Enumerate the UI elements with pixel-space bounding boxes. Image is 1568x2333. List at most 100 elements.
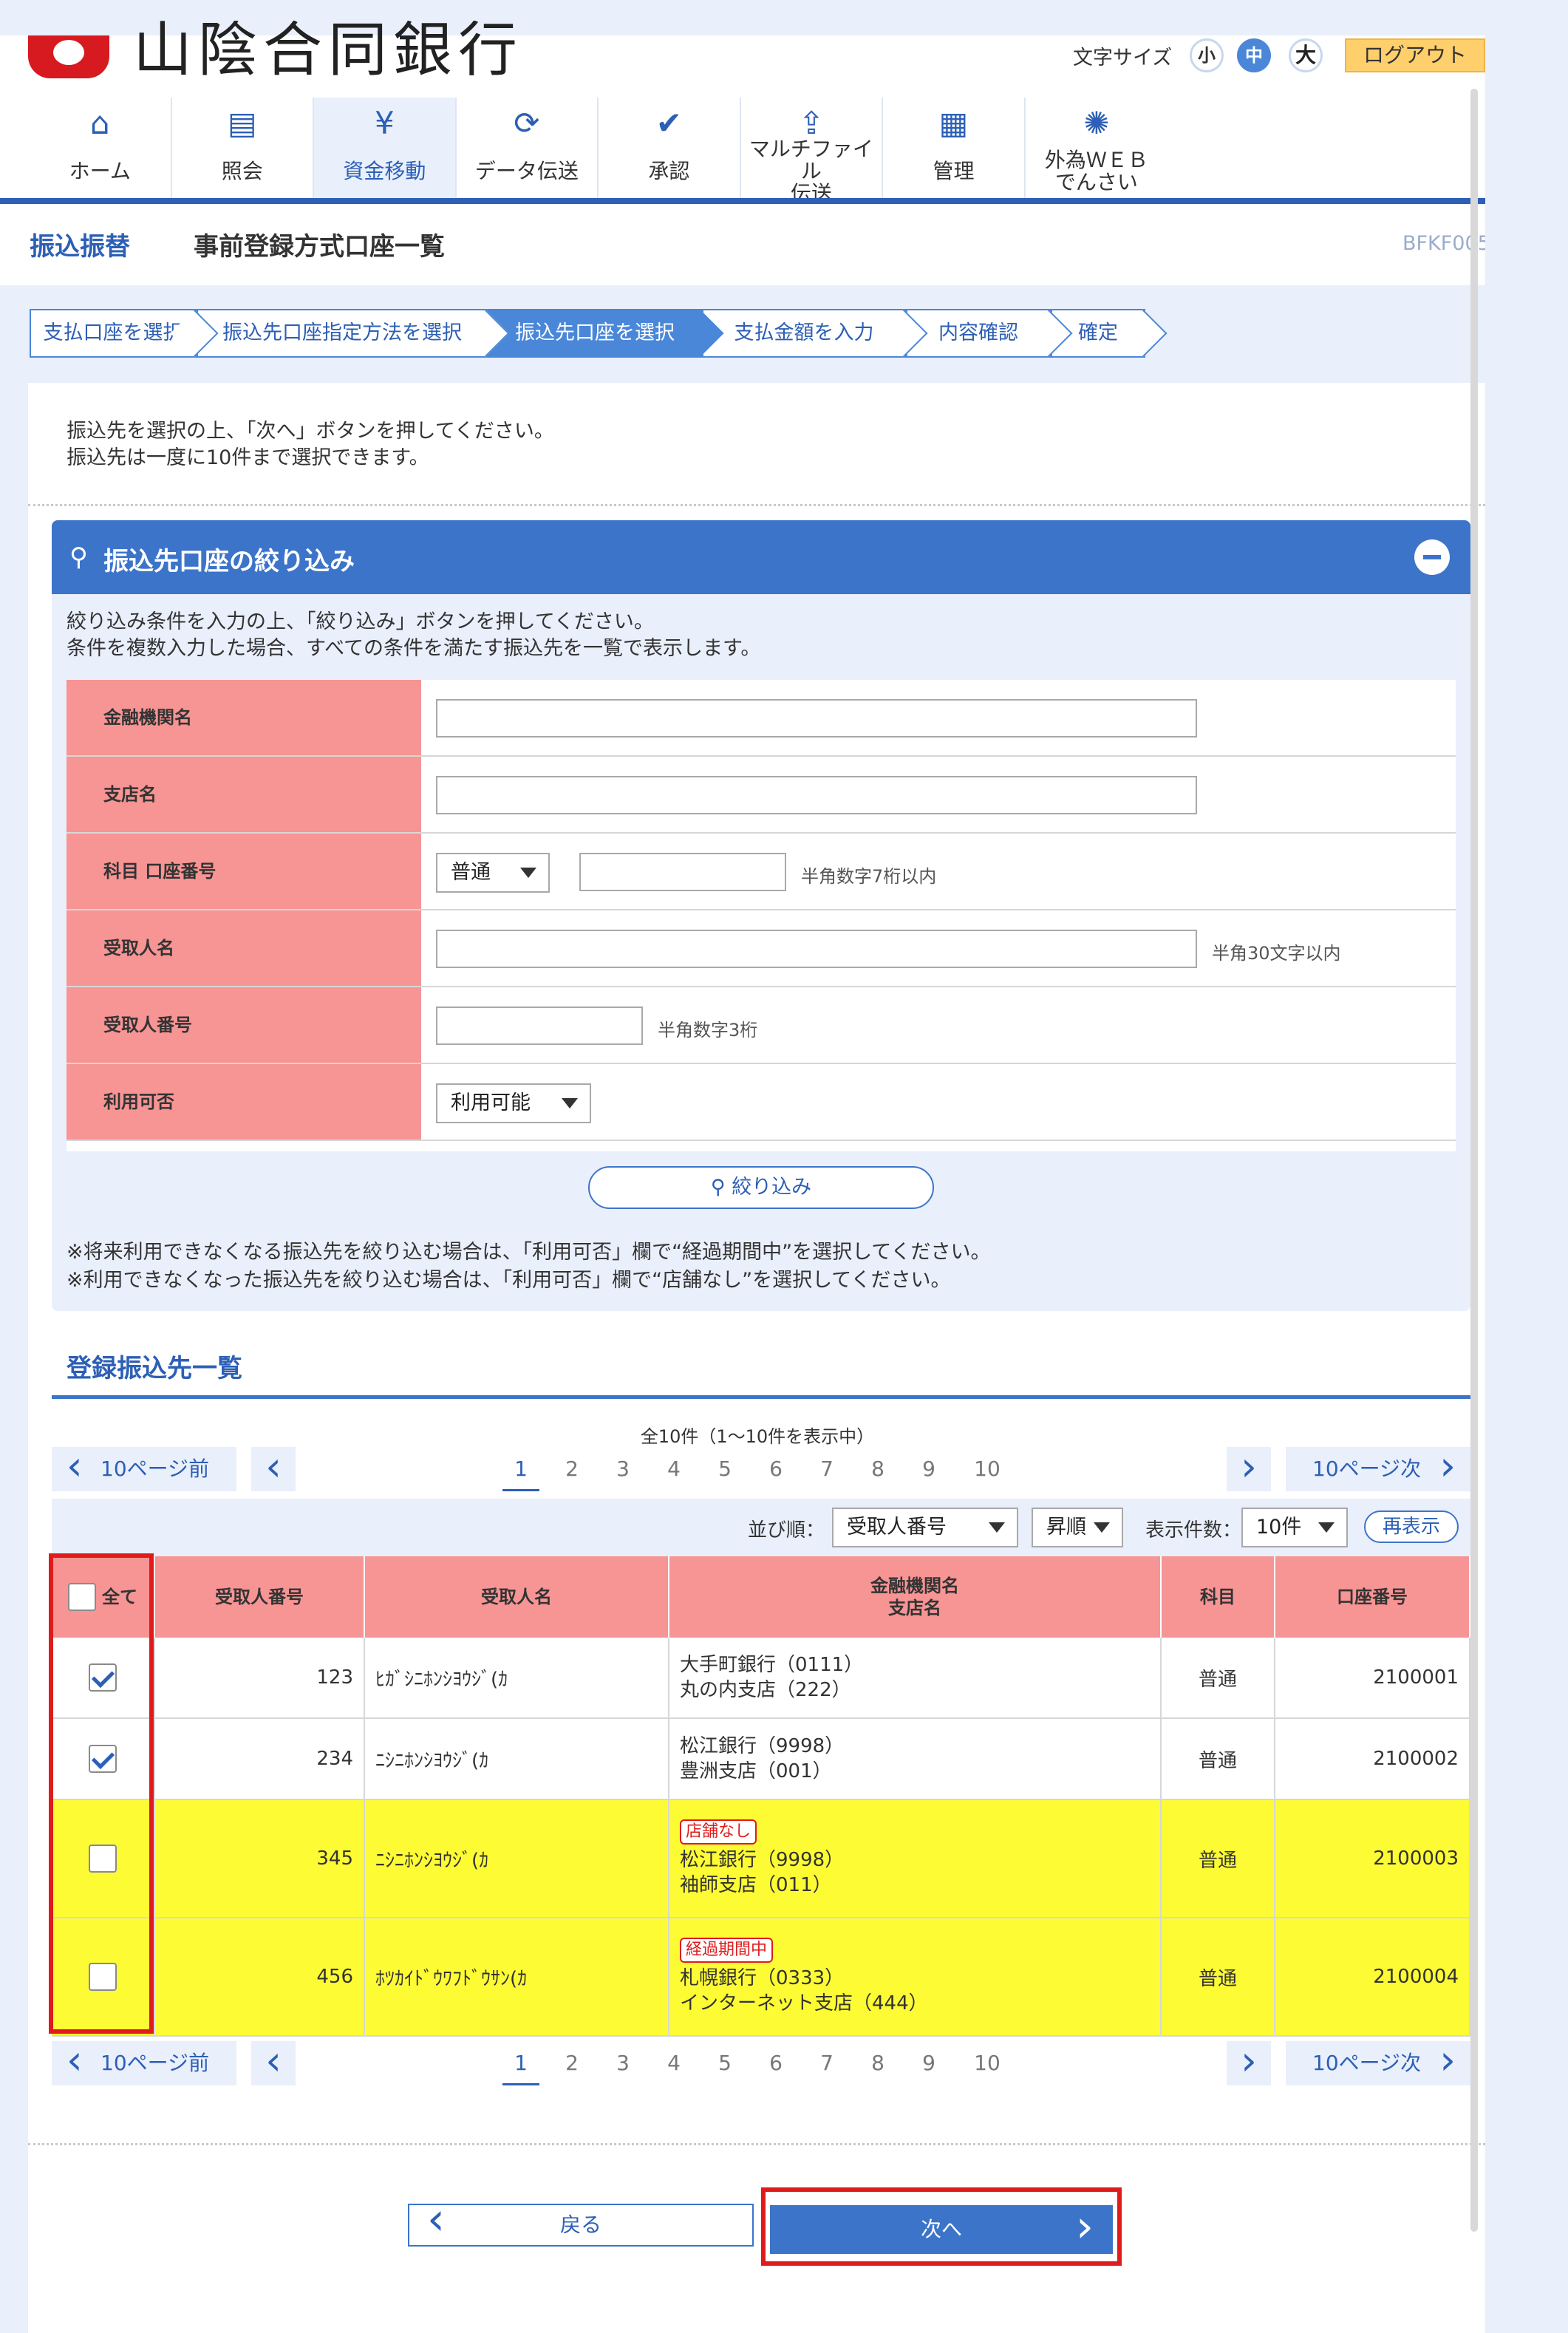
page-number-link[interactable]: 10 [969,2041,1006,2085]
bank-name: 松江銀行（9998） [680,1849,845,1871]
account-number-cell: 2100004 [1275,1918,1470,2035]
page-number-link[interactable]: 7 [808,2041,845,2085]
page-numbers: 1 2 3 4 5 6 7 8 9 10 [502,2041,1094,2085]
page-number-link[interactable]: 9 [910,2041,947,2085]
result-count: 全10件（1～10件を表示中） [640,1426,875,1447]
sort-key-select[interactable]: 受取人番号 [832,1508,1018,1547]
nav-item-5[interactable]: ⇪ マルチファイル 伝送 [741,98,884,205]
home-icon: ⌂ [89,105,110,141]
table-row: 456 ﾎﾂｶｲﾄﾞｳﾜﾌﾄﾞｳｻﾝ(ｶ 経過期間中 札幌銀行（0333） インターネッ… [52,1918,1470,2037]
bank-name: 松江銀行（9998） [680,1735,845,1757]
page-number-link[interactable]: 1 [502,1447,539,1491]
status-badge: 店舗なし [680,1819,757,1845]
bank-name-input[interactable] [436,699,1197,738]
account-type-select[interactable]: 普通 [436,853,550,893]
chevron-left-icon[interactable]: ‹ [251,1447,296,1491]
page-number-link[interactable]: 4 [655,1447,692,1491]
approve-icon: ✔ [655,105,682,141]
main-nav: ⌂ ホーム ▤ 照会 ¥ 資金移動 ⟳ データ伝送 ✔ 承認 ⇪ マルチファイル 伝送 ▦ 管理 ✺ 外為ＷＥ… [30,98,1168,205]
font-size-large-button[interactable]: 大 [1289,38,1323,72]
payee-name-cell: ﾆｼﾆﾎﾝｼﾖｳｼﾞ(ｶ [365,1719,669,1799]
page-number-link[interactable]: 5 [706,2041,743,2085]
page-number-link[interactable]: 2 [553,1447,590,1491]
page-number-link[interactable]: 3 [604,2041,641,2085]
nav-underline [0,198,1485,204]
chevron-right-icon[interactable]: › [1227,2041,1271,2085]
back-button[interactable]: 戻る [408,2199,754,2247]
refresh-button[interactable]: 再表示 [1364,1511,1459,1543]
page-number-link[interactable]: 5 [706,1447,743,1491]
page-number-link[interactable]: 6 [757,1447,794,1491]
payee-number-cell: 456 [155,1918,365,2035]
account-number-cell: 2100001 [1275,1638,1470,1717]
nav-item-7[interactable]: ✺ 外為ＷＥＢ でんさい [1026,98,1168,198]
account-number-cell: 2100003 [1275,1800,1470,1917]
bank-branch-cell: 店舗なし 松江銀行（9998） 袖師支店（011） [669,1800,1162,1917]
instructions: 振込先を選択の上、「次へ」ボタンを押してください。 振込先は一度に10件まで選択… [67,420,554,469]
next-button[interactable]: 次へ [770,2202,1113,2254]
header-bank-branch: 金融機関名 支店名 [669,1556,1162,1638]
nav-item-1[interactable]: ▤ 照会 [172,98,315,198]
sort-order-select[interactable]: 昇順 [1032,1508,1123,1547]
page-number-link[interactable]: 8 [859,1447,896,1491]
divider [28,2143,1485,2145]
page-number-link[interactable]: 10 [969,1447,1006,1491]
page-number-link[interactable]: 4 [655,2041,692,2085]
bank-branch-cell: 経過期間中 札幌銀行（0333） インターネット支店（444） [669,1918,1162,2035]
search-icon: ⚲ [710,1176,726,1199]
bank-logo-icon [28,35,109,78]
chevron-right-icon[interactable]: › [1227,1447,1271,1491]
account-number-cell: 2100002 [1275,1719,1470,1799]
list-underline [52,1395,1470,1399]
nav-item-label: 照会 [221,159,263,183]
font-size-medium-button[interactable]: 中 [1237,38,1271,72]
branch-name: インターネット支店（444） [680,1992,928,2014]
scrollbar[interactable] [1470,89,1478,2232]
page-number-link[interactable]: 9 [910,1447,947,1491]
bank-name: 札幌銀行（0333） [680,1967,845,1989]
collapse-icon[interactable] [1414,539,1450,575]
filter-button[interactable]: ⚲ 絞り込み [588,1166,934,1209]
page-number-link[interactable]: 1 [502,2041,539,2085]
list-title: 登録振込先一覧 [67,1354,242,1383]
sync-icon: ⟳ [514,105,540,141]
chevron-left-icon[interactable]: ‹ [251,2041,296,2085]
nav-item-0[interactable]: ⌂ ホーム [30,98,172,198]
branch-name: 丸の内支店（222） [680,1679,851,1701]
nav-item-label: 外為ＷＥＢ でんさい [1044,148,1148,194]
page-number-link[interactable]: 3 [604,1447,641,1491]
prev-10-pages-button[interactable]: 10ページ前 [52,2038,236,2085]
bank-branch-cell: 松江銀行（9998） 豊洲支店（001） [669,1719,1162,1799]
page-number-link[interactable]: 2 [553,2041,590,2085]
table-row: 345 ﾆｼﾆﾎﾝｼﾖｳｼﾞ(ｶ 店舗なし 松江銀行（9998） 袖師支店（011） 普通… [52,1800,1470,1918]
page-number-link[interactable]: 8 [859,2041,896,2085]
document-icon: ▤ [227,105,257,141]
branch-name-input[interactable] [436,776,1197,814]
table-row: 234 ﾆｼﾆﾎﾝｼﾖｳｼﾞ(ｶ 松江銀行（9998） 豊洲支店（001） 普通 2100… [52,1719,1470,1800]
nav-item-2[interactable]: ¥ 資金移動 [314,98,457,198]
next-10-pages-button[interactable]: 10ページ次 [1286,2038,1470,2085]
nav-item-6[interactable]: ▦ 管理 [883,98,1026,198]
payee-name-hint: 半角30文字以内 [1212,943,1341,964]
page-number-link[interactable]: 6 [757,2041,794,2085]
filter-row-bank: 金融機関名 [67,680,1456,757]
availability-select[interactable]: 利用可能 [436,1083,591,1123]
filter-label: 利用可否 [67,1064,421,1140]
nav-item-4[interactable]: ✔ 承認 [599,98,741,198]
page-size-select[interactable]: 10件 [1241,1508,1348,1547]
prev-10-pages-button[interactable]: 10ページ前 [52,1444,236,1491]
step-select-payment-account: 支払口座を選択 [30,309,197,358]
filter-label: 受取人名 [67,910,421,986]
filter-row-availability: 利用可否 利用可能 [67,1064,1456,1141]
header-payee-name: 受取人名 [365,1556,669,1638]
step-select-method: 振込先口座指定方法を選択 [197,309,488,358]
nav-item-3[interactable]: ⟳ データ伝送 [457,98,599,198]
account-number-input[interactable] [579,853,786,891]
filter-title: 振込先口座の絞り込み [103,547,355,576]
payee-number-input[interactable] [436,1007,643,1045]
font-size-small-button[interactable]: 小 [1190,38,1224,72]
payee-name-input[interactable] [436,930,1197,968]
page-number-link[interactable]: 7 [808,1447,845,1491]
next-10-pages-button[interactable]: 10ページ次 [1286,1444,1470,1491]
logout-button[interactable]: ログアウト [1345,38,1485,72]
